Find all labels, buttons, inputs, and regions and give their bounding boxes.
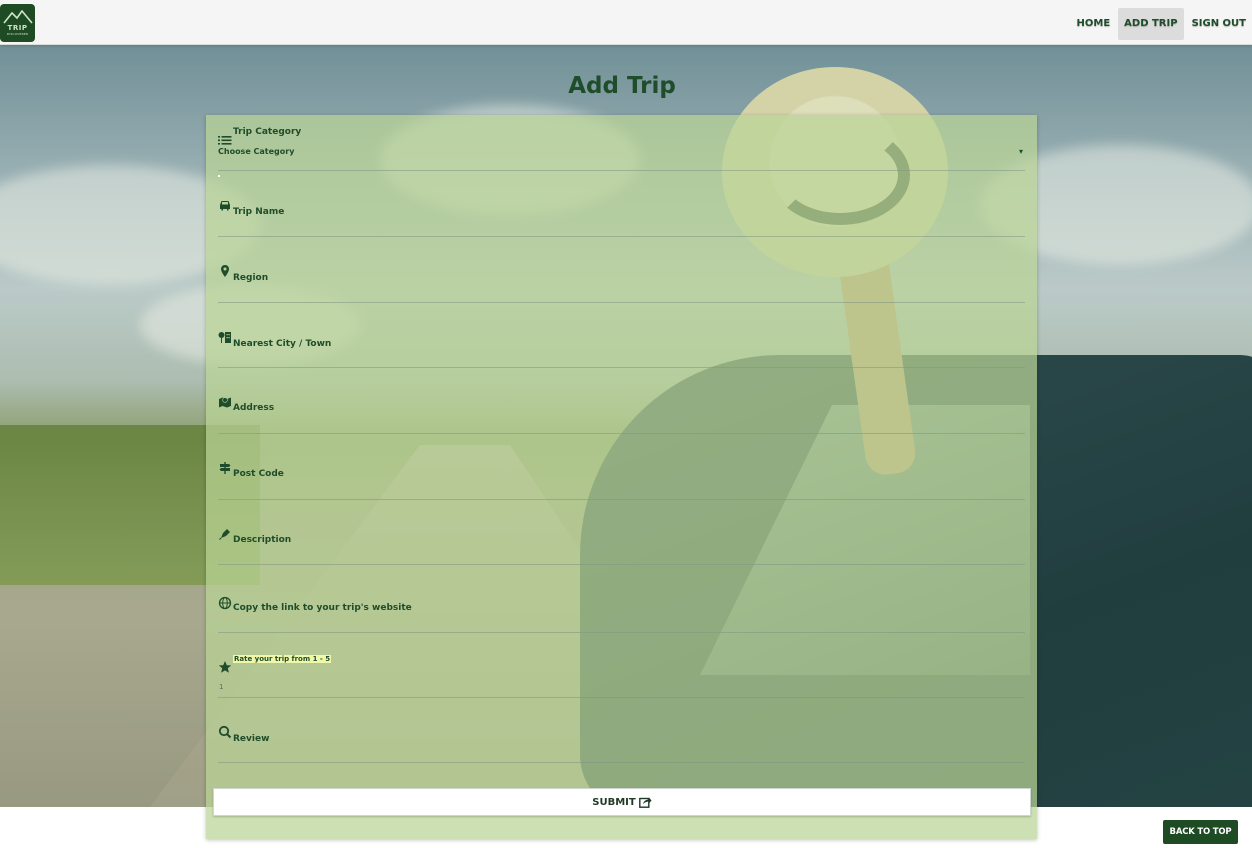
list-icon (218, 136, 232, 145)
description-field[interactable]: Description (218, 524, 1025, 565)
status-dot (218, 175, 220, 177)
trip-name-label: Trip Name (233, 207, 285, 217)
caret-down-icon: ▾ (1018, 147, 1023, 156)
search-icon (218, 725, 232, 739)
page-title: Add Trip (568, 73, 676, 99)
nearest-city-label: Nearest City / Town (233, 339, 332, 349)
address-field[interactable]: Address (218, 392, 1025, 434)
pen-icon (219, 529, 230, 540)
trip-category-field: Trip Category Choose Category ▾ (218, 125, 1025, 171)
trip-name-field[interactable]: Trip Name (218, 195, 1025, 237)
rating-value[interactable]: 1 (219, 683, 223, 691)
car-icon (220, 201, 230, 211)
nearest-city-field[interactable]: Nearest City / Town (218, 327, 1025, 368)
region-field[interactable]: Region (218, 261, 1025, 303)
mountain-icon (2, 10, 33, 24)
review-field[interactable]: Review (218, 722, 1025, 763)
globe-icon (218, 596, 232, 610)
website-link-label: Copy the link to your trip's website (233, 603, 412, 613)
post-code-label: Post Code (233, 469, 284, 479)
map-icon (219, 397, 231, 408)
brand-logo[interactable]: TRIP DISCOVERER (0, 4, 35, 42)
submit-label: SUBMIT (592, 796, 636, 808)
city-icon (218, 332, 231, 343)
trip-category-select[interactable]: Choose Category ▾ (218, 147, 1025, 161)
rating-label: Rate your trip from 1 - 5 (233, 655, 332, 663)
nav-sign-out-link[interactable]: SIGN OUT (1186, 8, 1252, 40)
star-icon (218, 661, 232, 673)
trip-category-label: Trip Category (233, 127, 302, 137)
map-marker-icon (221, 265, 229, 277)
address-label: Address (233, 403, 275, 413)
top-navbar: TRIP DISCOVERER HOME ADD TRIP SIGN OUT (0, 0, 1252, 45)
add-trip-form: Trip Category Choose Category ▾ Trip Nam… (206, 115, 1037, 839)
post-code-field[interactable]: Post Code (218, 458, 1025, 500)
submit-button[interactable]: SUBMIT (213, 788, 1031, 816)
signpost-icon (219, 462, 231, 474)
website-link-field[interactable]: Copy the link to your trip's website (218, 590, 1025, 633)
back-to-top-button[interactable]: BACK TO TOP (1163, 820, 1238, 844)
rating-field[interactable]: Rate your trip from 1 - 5 1 (218, 655, 1025, 698)
nav-home-link[interactable]: HOME (1071, 8, 1117, 40)
region-label: Region (233, 273, 269, 283)
nav-add-trip-link[interactable]: ADD TRIP (1118, 8, 1184, 40)
main-nav: HOME ADD TRIP SIGN OUT (1069, 8, 1252, 40)
trip-category-value: Choose Category (218, 147, 295, 156)
logo-subtext: DISCOVERER (6, 32, 29, 36)
logo-text: TRIP (7, 24, 28, 32)
share-icon (638, 797, 652, 808)
review-label: Review (233, 734, 270, 744)
description-label: Description (233, 535, 292, 545)
